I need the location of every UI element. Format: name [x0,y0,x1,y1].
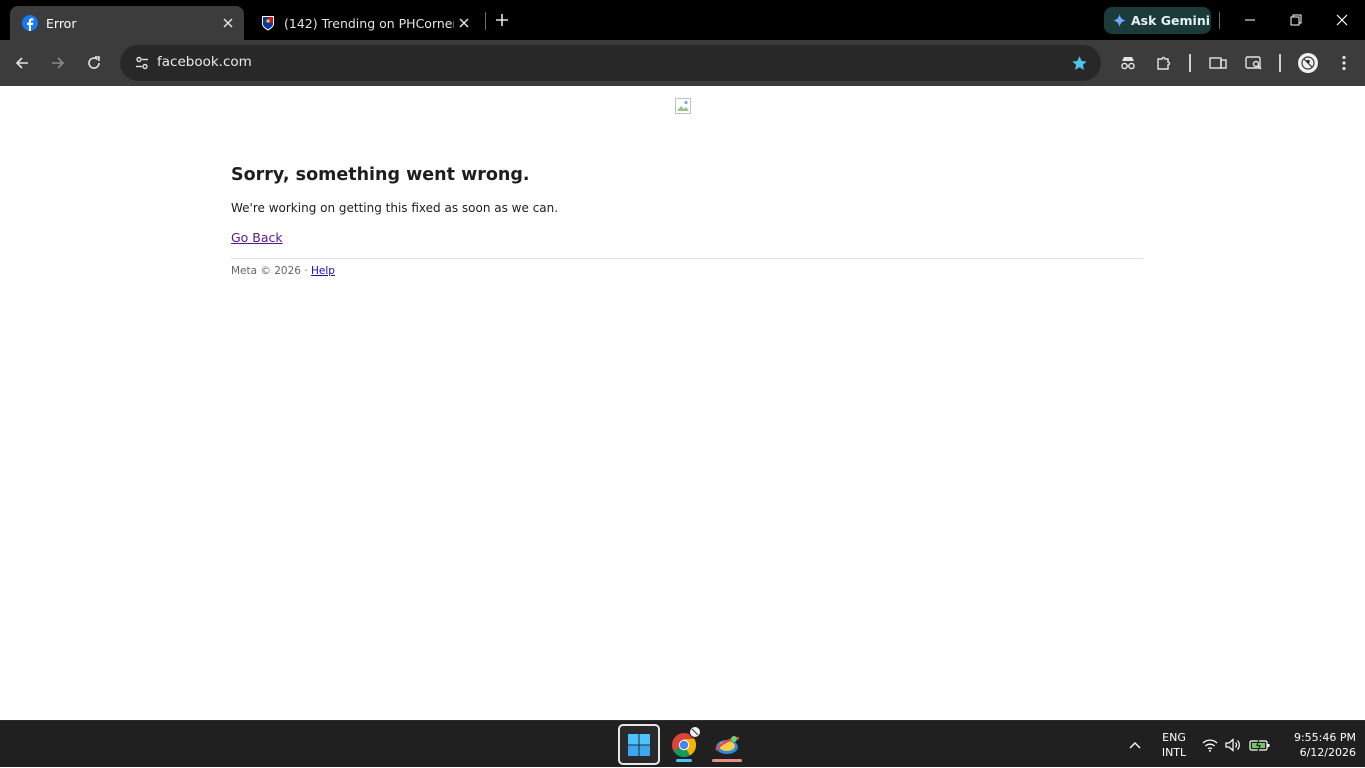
keyboard-layout: INTL [1161,745,1187,759]
input-language-indicator[interactable]: ENG INTL [1152,721,1196,768]
extensions-puzzle-icon[interactable] [1150,49,1178,77]
windows-taskbar: ENG INTL 9:55:46 PM 6/12/2026 [0,720,1365,767]
app-taskbar-button[interactable] [706,724,748,765]
new-tab-icon[interactable] [492,10,512,30]
close-window-icon[interactable] [1322,6,1362,34]
google-lens-search-icon[interactable] [1240,49,1268,77]
gemini-divider [1219,12,1220,29]
facebook-icon [22,15,38,31]
ask-gemini-label: Ask Gemini [1131,13,1211,28]
bookmark-star-icon[interactable] [1067,51,1091,75]
clock-date: 6/12/2026 [1299,745,1356,759]
help-link[interactable]: Help [311,265,335,277]
close-tab-icon[interactable] [218,13,238,33]
show-hidden-icons-chevron-icon[interactable] [1124,721,1146,768]
go-back-link[interactable]: Go Back [231,230,283,245]
chrome-taskbar-button[interactable] [663,724,705,765]
tab-media-icon[interactable] [1204,49,1232,77]
app-icon [715,735,740,754]
footer-copyright: Meta © 2026 · [231,265,311,277]
profile-avatar-icon[interactable] [1294,49,1322,77]
battery-charging-icon[interactable] [1248,721,1272,768]
restore-icon[interactable] [1276,6,1316,34]
gemini-sparkle-icon [1113,14,1126,27]
error-message: We're working on getting this fixed as s… [231,201,559,215]
back-arrow-icon[interactable] [8,49,36,77]
close-tab-icon[interactable] [454,13,474,33]
windows-logo-icon [628,733,650,756]
divider [231,258,1143,259]
tab-title: (142) Trending on PHCorner | P [284,15,454,31]
reload-icon[interactable] [80,49,108,77]
running-indicator [712,759,742,762]
tab-error[interactable]: Error [10,6,244,40]
system-clock[interactable]: 9:55:46 PM 6/12/2026 [1280,721,1356,768]
more-menu-icon[interactable] [1330,49,1358,77]
avatar [1298,53,1318,73]
forward-arrow-icon[interactable] [44,49,72,77]
tab-title: Error [46,15,77,31]
tab-phcorner[interactable]: (142) Trending on PHCorner | P [248,6,480,40]
minimize-icon[interactable] [1230,6,1270,34]
toolbar-separator [1189,54,1191,72]
browser-toolbar: facebook.com [0,40,1365,86]
ask-gemini-button[interactable]: Ask Gemini [1104,7,1211,34]
language-code: ENG [1162,730,1186,744]
tab-divider [485,12,486,30]
page-footer: Meta © 2026 · Help [231,265,335,277]
address-bar[interactable]: facebook.com [120,45,1101,81]
volume-icon[interactable] [1223,721,1243,768]
url-text[interactable]: facebook.com [157,54,252,70]
page-content: Sorry, something went wrong. We're worki… [0,87,1365,720]
incognito-icon[interactable] [1114,49,1142,77]
tab-strip: Error (142) Trending on PHCorner | P Ask… [0,0,1365,40]
site-info-icon[interactable] [128,49,156,77]
active-indicator [676,759,692,762]
start-button[interactable] [618,724,660,765]
wifi-icon[interactable] [1200,721,1220,768]
profile-badge-icon [689,726,701,738]
toolbar-separator [1279,54,1281,72]
phcorner-icon [262,16,274,31]
clock-time: 9:55:46 PM [1293,730,1356,744]
broken-image-icon [675,98,691,114]
error-heading: Sorry, something went wrong. [231,165,530,185]
